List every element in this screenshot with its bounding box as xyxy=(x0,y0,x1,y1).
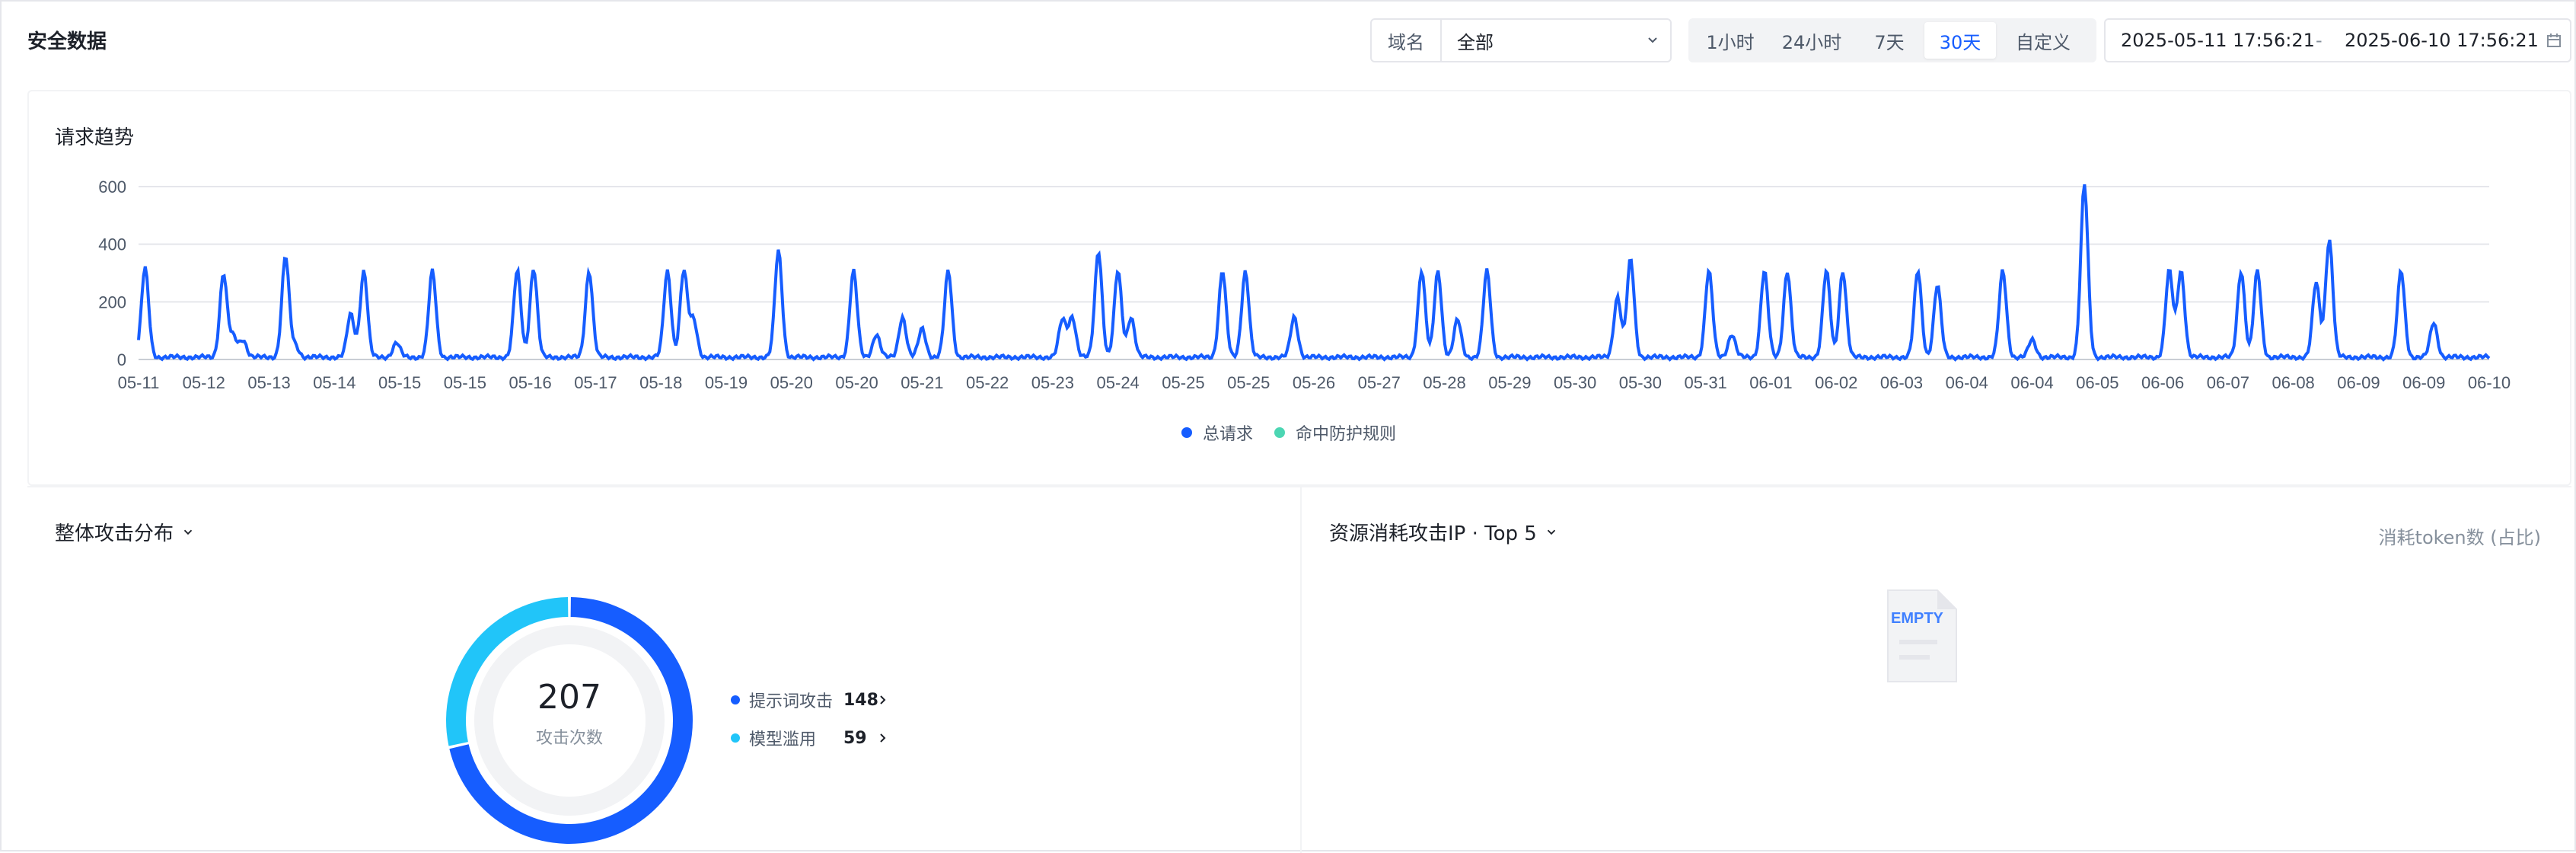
x-tick-label: 05-30 xyxy=(1554,373,1596,392)
y-tick-label: 600 xyxy=(98,177,126,196)
total-attacks: 207 xyxy=(537,678,601,717)
x-tick-label: 05-14 xyxy=(313,373,355,392)
y-tick-label: 200 xyxy=(98,292,126,311)
chevron-down-icon xyxy=(1547,529,1555,535)
total-attacks-label: 攻击次数 xyxy=(535,729,603,748)
donut-center: 207 攻击次数 xyxy=(493,678,646,749)
distribution-item-name: 模型滥用 xyxy=(749,730,817,749)
domain-select-label: 域名 xyxy=(1372,20,1442,61)
chevron-right-icon[interactable] xyxy=(877,732,889,744)
y-tick-label: 0 xyxy=(117,350,126,369)
distribution-legend: 提示词攻击 148 模型滥用 59 xyxy=(731,681,889,757)
x-tick-label: 06-04 xyxy=(2010,373,2053,392)
top-ip-dropdown[interactable]: 资源消耗攻击IP · Top 5 xyxy=(1329,518,1558,546)
tab-custom[interactable]: 自定义 xyxy=(1996,22,2090,59)
request-trend-title: 请求趋势 xyxy=(55,126,135,149)
tab-7-days[interactable]: 7天 xyxy=(1854,22,1924,59)
distribution-item-count: 59 xyxy=(843,728,867,748)
tab-24-hours[interactable]: 24小时 xyxy=(1769,22,1854,59)
attack-distribution-panel: 整体攻击分布 207 攻击次数 提示词攻击 148 模型滥用 59 xyxy=(27,486,1300,853)
x-tick-label: 05-23 xyxy=(1031,373,1074,392)
x-tick-label: 05-20 xyxy=(835,373,878,392)
legend-label-total: 总请求 xyxy=(1203,425,1254,444)
x-tick-label: 05-20 xyxy=(770,373,813,392)
distribution-item-prompt-attack[interactable]: 提示词攻击 148 xyxy=(731,681,889,719)
chevron-right-icon[interactable] xyxy=(877,694,889,706)
x-tick-label: 05-28 xyxy=(1423,373,1465,392)
x-tick-label: 06-04 xyxy=(1946,373,1988,392)
chart-legend: 总请求 命中防护规则 xyxy=(1181,420,1396,445)
x-tick-label: 05-15 xyxy=(444,373,486,392)
x-tick-label: 06-07 xyxy=(2207,373,2249,392)
x-tick-label: 05-22 xyxy=(966,373,1009,392)
legend-dot-model-abuse xyxy=(731,733,740,743)
domain-select-value: 全部 xyxy=(1457,31,1494,53)
x-tick-label: 05-25 xyxy=(1227,373,1270,392)
x-tick-label: 05-26 xyxy=(1293,373,1335,392)
security-data-page: 安全数据 域名 全部 1小时 24小时 7天 30天 自定义 2025-05-1… xyxy=(0,0,2576,853)
range-end[interactable]: 2025-06-10 17:56:21 xyxy=(2345,30,2539,51)
legend-item-total[interactable]: 总请求 xyxy=(1181,420,1253,445)
date-range-picker[interactable]: 2025-05-11 17:56:21 - 2025-06-10 17:56:2… xyxy=(2104,18,2571,62)
x-tick-label: 06-05 xyxy=(2076,373,2119,392)
top-ip-panel: 资源消耗攻击IP · Top 5 消耗token数 (占比) EMPTY xyxy=(1300,486,2571,853)
page-title: 安全数据 xyxy=(27,30,107,53)
x-tick-label: 05-16 xyxy=(509,373,552,392)
range-start[interactable]: 2025-05-11 17:56:21 xyxy=(2121,30,2315,51)
x-tick-label: 06-01 xyxy=(1749,373,1792,392)
distribution-dropdown[interactable]: 整体攻击分布 xyxy=(55,518,195,546)
time-range-tabs: 1小时 24小时 7天 30天 自定义 xyxy=(1688,18,2096,62)
range-separator: - xyxy=(2316,30,2323,51)
chevron-down-icon xyxy=(183,529,193,535)
empty-state-text: EMPTY xyxy=(1891,610,1944,627)
x-tick-label: 06-10 xyxy=(2468,373,2511,392)
x-tick-label: 05-18 xyxy=(639,373,682,392)
y-tick-label: 400 xyxy=(98,235,126,254)
distribution-title: 整体攻击分布 xyxy=(55,522,174,545)
token-usage-note: 消耗token数 (占比) xyxy=(2378,527,2541,548)
x-tick-label: 05-19 xyxy=(705,373,748,392)
x-tick-label: 05-31 xyxy=(1685,373,1727,392)
x-tick-label: 06-02 xyxy=(1815,373,1857,392)
x-tick-label: 05-15 xyxy=(378,373,421,392)
x-tick-label: 05-21 xyxy=(901,373,943,392)
x-tick-label: 05-30 xyxy=(1619,373,1662,392)
x-tick-label: 05-12 xyxy=(183,373,225,392)
tab-30-days[interactable]: 30天 xyxy=(1924,22,1996,59)
x-tick-label: 05-13 xyxy=(247,373,290,392)
legend-label-hit: 命中防护规则 xyxy=(1296,425,1397,444)
calendar-icon[interactable] xyxy=(2546,32,2562,53)
series-line-total-requests[interactable] xyxy=(137,184,2491,362)
legend-dot-total xyxy=(1181,427,1192,438)
x-tick-label: 05-27 xyxy=(1358,373,1401,392)
x-tick-label: 05-29 xyxy=(1488,373,1531,392)
distribution-item-name: 提示词攻击 xyxy=(749,692,834,711)
domain-select[interactable]: 域名 全部 xyxy=(1370,18,1672,62)
x-tick-label: 05-11 xyxy=(118,373,160,392)
request-trend-chart: 0 200 400 600 05-11 05-12 05-13 05-14 05-15 05-15… xyxy=(98,177,2511,392)
x-tick-label: 06-09 xyxy=(2337,373,2380,392)
legend-dot-hit xyxy=(1274,427,1286,438)
top-ip-title: 资源消耗攻击IP · Top 5 xyxy=(1329,522,1537,545)
x-tick-label: 06-03 xyxy=(1880,373,1923,392)
x-tick-label: 06-06 xyxy=(2141,373,2184,392)
x-tick-label: 06-09 xyxy=(2402,373,2445,392)
x-tick-label: 06-08 xyxy=(2272,373,2315,392)
x-tick-label: 05-24 xyxy=(1097,373,1140,392)
tab-1-hour[interactable]: 1小时 xyxy=(1691,22,1769,59)
x-tick-label: 05-25 xyxy=(1162,373,1204,392)
distribution-item-count: 148 xyxy=(843,690,878,710)
x-tick-label: 05-17 xyxy=(574,373,617,392)
legend-dot-prompt-attack xyxy=(731,695,740,704)
chevron-down-icon xyxy=(1635,33,1670,48)
distribution-item-model-abuse[interactable]: 模型滥用 59 xyxy=(731,719,889,757)
legend-item-hit[interactable]: 命中防护规则 xyxy=(1274,420,1396,445)
empty-state-icon: EMPTY xyxy=(1887,589,1957,682)
